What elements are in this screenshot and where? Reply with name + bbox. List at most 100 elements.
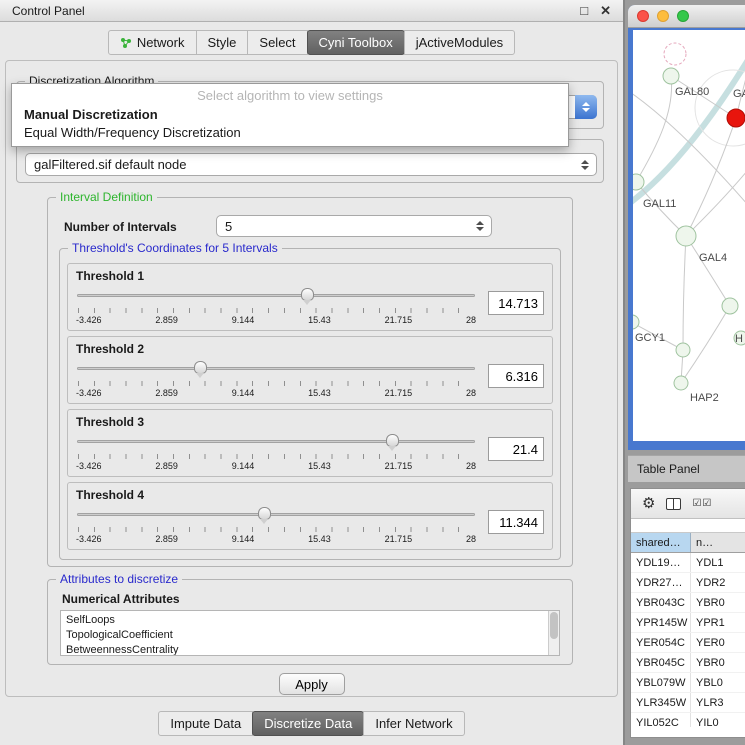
scrollbar-thumb[interactable]	[550, 612, 558, 639]
tick-label: 21.715	[385, 315, 413, 325]
tab-network[interactable]: Network	[108, 30, 197, 55]
tab-cyni-toolbox[interactable]: Cyni Toolbox	[307, 30, 405, 55]
columns-icon[interactable]	[666, 498, 681, 510]
tab-label: Style	[208, 35, 237, 50]
slider-tickmarks	[78, 308, 474, 313]
list-scrollbar[interactable]	[548, 611, 559, 655]
column-header-name[interactable]: n…	[691, 533, 745, 552]
table-cell[interactable]: YIL0	[691, 713, 745, 727]
table-cell[interactable]: YIL052C	[631, 713, 691, 727]
slider-track[interactable]	[77, 440, 475, 443]
tick-label: 9.144	[232, 315, 255, 325]
table-row[interactable]: YIL052CYIL0	[631, 713, 745, 727]
thresholds-group: Threshold's Coordinates for 5 Intervals …	[59, 248, 561, 560]
column-header-shared-name[interactable]: shared…	[631, 533, 691, 552]
gear-icon[interactable]: ⚙	[642, 496, 655, 511]
slider-thumb[interactable]	[194, 361, 207, 374]
slider-thumb[interactable]	[386, 434, 399, 447]
combo-arrows-icon	[476, 221, 484, 231]
threshold-3-slider[interactable]	[76, 433, 476, 451]
threshold-4-slider[interactable]	[76, 506, 476, 524]
dropdown-option-equal-width-frequency[interactable]: Equal Width/Frequency Discretization	[12, 124, 568, 142]
tab-label: Select	[259, 35, 295, 50]
tab-impute-data[interactable]: Impute Data	[158, 711, 253, 736]
node-label: GA	[733, 88, 745, 100]
tab-select[interactable]: Select	[247, 30, 307, 55]
table-cell[interactable]: YBR0	[691, 653, 745, 672]
minimize-button[interactable]	[657, 10, 669, 22]
threshold-3-value-input[interactable]	[488, 437, 544, 461]
table-row[interactable]: YBL079WYBL0	[631, 673, 745, 693]
table-row[interactable]: YDL19…YDL1	[631, 553, 745, 573]
combo-value: galFiltered.sif default node	[26, 157, 581, 172]
selected-node[interactable]	[727, 109, 745, 127]
attribute-list-item[interactable]: SelfLoops	[66, 613, 559, 628]
table-cell[interactable]: YDL1	[691, 553, 745, 572]
table-cell[interactable]: YER0	[691, 633, 745, 652]
table-cell[interactable]: YLR3	[691, 693, 745, 712]
zoom-button[interactable]	[677, 10, 689, 22]
combo-value: 5	[217, 219, 476, 234]
slider-track[interactable]	[77, 294, 475, 297]
table-cell[interactable]: YBR0	[691, 593, 745, 612]
threshold-1-slider[interactable]	[76, 287, 476, 305]
node-label: H	[735, 333, 743, 345]
select-columns-icons[interactable]: ☑☑	[692, 498, 712, 509]
threshold-2-slider[interactable]	[76, 360, 476, 378]
slider-tick-labels: -3.4262.8599.14415.4321.71528	[76, 388, 476, 398]
table-cell[interactable]: YPR145W	[631, 613, 691, 632]
algorithm-dropdown-popup: Select algorithm to view settings Manual…	[11, 83, 569, 147]
tab-infer-network[interactable]: Infer Network	[363, 711, 464, 736]
tick-label: 15.43	[308, 388, 331, 398]
threshold-4-value-input[interactable]	[488, 510, 544, 534]
tab-label: Infer Network	[375, 716, 452, 731]
table-row[interactable]: YBR045CYBR0	[631, 653, 745, 673]
slider-track[interactable]	[77, 513, 475, 516]
apply-button[interactable]: Apply	[279, 673, 345, 695]
table-body: YDL19…YDL1YDR27…YDR2YBR043CYBR0YPR145WYP…	[631, 553, 745, 727]
control-panel: Control Panel □ ✕ Network Style Select C…	[0, 0, 625, 745]
close-icon[interactable]: ✕	[600, 4, 611, 17]
attribute-list-item[interactable]: TopologicalCoefficient	[66, 628, 559, 643]
slider-thumb[interactable]	[301, 288, 314, 301]
table-header-row: shared… n…	[631, 532, 745, 553]
tab-style[interactable]: Style	[196, 30, 249, 55]
node-label: GAL11	[643, 198, 676, 210]
table-row[interactable]: YLR345WYLR3	[631, 693, 745, 713]
threshold-1-value-input[interactable]	[488, 291, 544, 315]
float-window-icon[interactable]: □	[580, 4, 588, 17]
slider-track[interactable]	[77, 367, 475, 370]
dropdown-option-manual-discretization[interactable]: Manual Discretization	[12, 106, 568, 124]
table-cell[interactable]: YDL19…	[631, 553, 691, 572]
table-row[interactable]: YDR27…YDR2	[631, 573, 745, 593]
slider-thumb[interactable]	[258, 507, 271, 520]
table-row[interactable]: YPR145WYPR1	[631, 613, 745, 633]
slider-area: -3.4262.8599.14415.4321.71528	[76, 433, 476, 471]
table-cell[interactable]: YBR043C	[631, 593, 691, 612]
table-cell[interactable]: YER054C	[631, 633, 691, 652]
threshold-panel: Threshold 3 -3.4262.8599.14415.4321.7152…	[67, 409, 553, 477]
table-data-select[interactable]: galFiltered.sif default node	[25, 153, 597, 176]
table-cell[interactable]: YLR345W	[631, 693, 691, 712]
numerical-attributes-list[interactable]: SelfLoopsTopologicalCoefficientBetweenne…	[60, 610, 560, 656]
table-row[interactable]: YBR043CYBR0	[631, 593, 745, 613]
node-label: GCY1	[635, 332, 665, 344]
table-cell[interactable]: YBL0	[691, 673, 745, 692]
network-canvas[interactable]: GAL80GAGAL11GAL4GCY1HHAP2	[633, 30, 745, 441]
tab-discretize-data[interactable]: Discretize Data	[252, 711, 364, 736]
table-cell[interactable]: YDR2	[691, 573, 745, 592]
slider-tick-labels: -3.4262.8599.14415.4321.71528	[76, 534, 476, 544]
table-row[interactable]: YER054CYER0	[631, 633, 745, 653]
close-button[interactable]	[637, 10, 649, 22]
table-cell[interactable]: YBR045C	[631, 653, 691, 672]
threshold-label: Threshold 3	[76, 415, 544, 429]
tab-jactivemodules[interactable]: jActiveModules	[404, 30, 515, 55]
table-cell[interactable]: YBL079W	[631, 673, 691, 692]
node-label: GAL80	[675, 86, 709, 98]
number-of-intervals-select[interactable]: 5	[216, 215, 492, 237]
attribute-list-item[interactable]: BetweennessCentrality	[66, 643, 559, 656]
threshold-2-value-input[interactable]	[488, 364, 544, 388]
table-cell[interactable]: YPR1	[691, 613, 745, 632]
table-cell[interactable]: YDR27…	[631, 573, 691, 592]
panel-title: Control Panel	[12, 4, 568, 18]
